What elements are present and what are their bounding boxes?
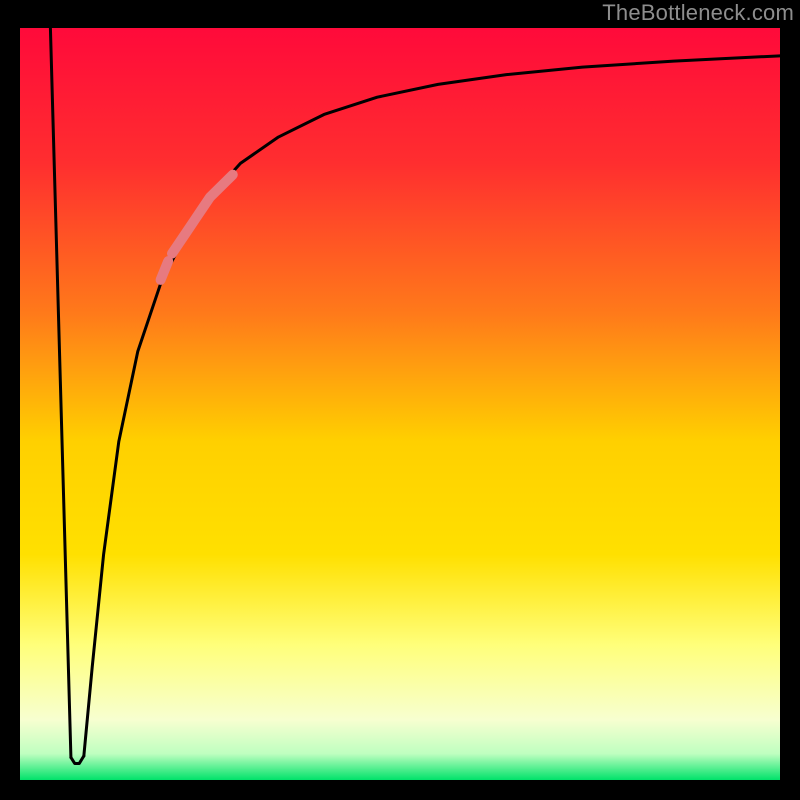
- gradient-background: [20, 28, 780, 780]
- chart-svg: [20, 28, 780, 780]
- plot-area: [20, 28, 780, 780]
- watermark-text: TheBottleneck.com: [602, 0, 794, 26]
- series-pink-dot-lower: [161, 261, 169, 280]
- chart-frame: TheBottleneck.com: [0, 0, 800, 800]
